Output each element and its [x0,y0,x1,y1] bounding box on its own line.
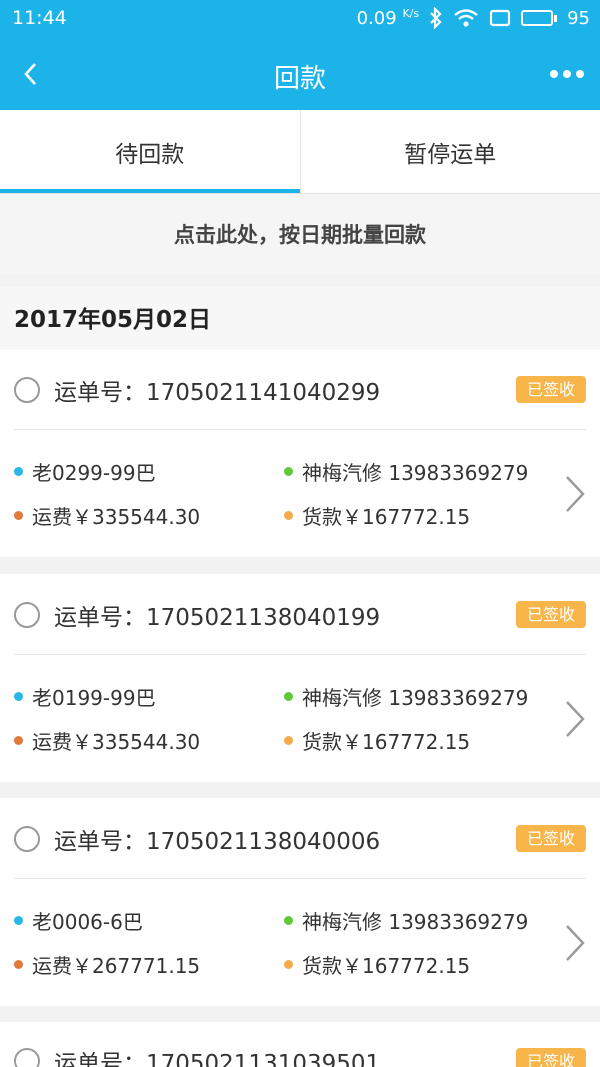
green-dot-icon [284,692,293,701]
divider [14,878,586,879]
select-radio[interactable] [14,377,40,403]
blue-dot-icon [14,467,23,476]
blue-dot-icon [14,692,23,701]
goods-payment-info: 货款￥167772.15 [284,726,470,755]
yellow-dot-icon [284,736,293,745]
freight-info: 运费￥335544.30 [14,726,200,755]
freight-info: 运费￥267771.15 [14,950,200,979]
select-radio[interactable] [14,1048,40,1067]
yellow-dot-icon [284,511,293,520]
order-card[interactable]: 运单号：1705021131039501 已签收 [0,1022,600,1067]
status-bar: 11:44 0.09 K/s 95 [0,0,600,38]
divider [14,654,586,655]
chevron-right-icon[interactable] [564,474,586,514]
order-card-header: 运单号：1705021138040006 已签收 [0,798,600,878]
green-dot-icon [284,916,293,925]
page-title: 回款 [273,64,326,94]
app-bar: 回款 [0,38,600,110]
date-group-header: 2017年05月02日 [0,286,600,348]
more-button[interactable] [542,52,592,96]
blue-dot-icon [14,916,23,925]
status-icons: 0.09 K/s 95 [357,7,590,29]
more-dots-icon [550,70,558,78]
order-card[interactable]: 运单号：1705021141040299 已签收 老0299-99巴 神梅汽修 … [0,349,600,557]
goods-payment-info: 货款￥167772.15 [284,501,470,530]
select-radio[interactable] [14,602,40,628]
consignee-info: 神梅汽修 13983369279 [284,682,528,711]
green-dot-icon [284,467,293,476]
waybill-number: 运单号：1705021141040299 [54,380,381,406]
freight-info: 运费￥335544.30 [14,501,200,530]
status-badge: 已签收 [515,376,586,403]
tab-bar: 待回款 暂停运单 [0,110,600,194]
select-radio[interactable] [14,826,40,852]
divider [14,429,586,430]
yellow-dot-icon [284,960,293,969]
order-card[interactable]: 运单号：1705021138040199 已签收 老0199-99巴 神梅汽修 … [0,574,600,782]
plate-info: 老0006-6巴 [14,906,143,935]
chevron-right-icon[interactable] [564,699,586,739]
tab-suspended-waybills[interactable]: 暂停运单 [299,110,600,193]
waybill-number: 运单号：1705021131039501 [54,1051,381,1067]
waybill-number: 运单号：1705021138040199 [54,605,381,631]
network-speed: 0.09 K/s [356,7,420,29]
battery-percent: 95 [567,7,590,29]
screen-icon [489,9,511,27]
consignee-info: 神梅汽修 13983369279 [284,457,528,486]
plate-info: 老0299-99巴 [14,457,156,486]
order-card-header: 运单号：1705021131039501 已签收 [0,1022,600,1067]
orange-dot-icon [14,736,23,745]
wifi-icon [454,9,478,27]
battery-icon [521,10,558,26]
plate-info: 老0199-99巴 [14,682,156,711]
consignee-info: 神梅汽修 13983369279 [284,906,528,935]
chevron-right-icon[interactable] [564,923,586,963]
status-badge: 已签收 [515,1048,586,1067]
orange-dot-icon [14,511,23,520]
order-card-header: 运单号：1705021138040199 已签收 [0,574,600,654]
tab-pending-payment[interactable]: 待回款 [0,110,300,193]
waybill-number: 运单号：1705021138040006 [54,829,381,855]
bluetooth-icon [430,7,442,29]
order-card[interactable]: 运单号：1705021138040006 已签收 老0006-6巴 神梅汽修 1… [0,798,600,1006]
status-time: 11:44 [12,7,67,29]
status-badge: 已签收 [515,601,586,628]
orange-dot-icon [14,960,23,969]
goods-payment-info: 货款￥167772.15 [284,950,470,979]
order-card-header: 运单号：1705021141040299 已签收 [0,349,600,429]
status-badge: 已签收 [515,825,586,852]
batch-payment-button[interactable]: 点击此处，按日期批量回款 [0,194,600,274]
